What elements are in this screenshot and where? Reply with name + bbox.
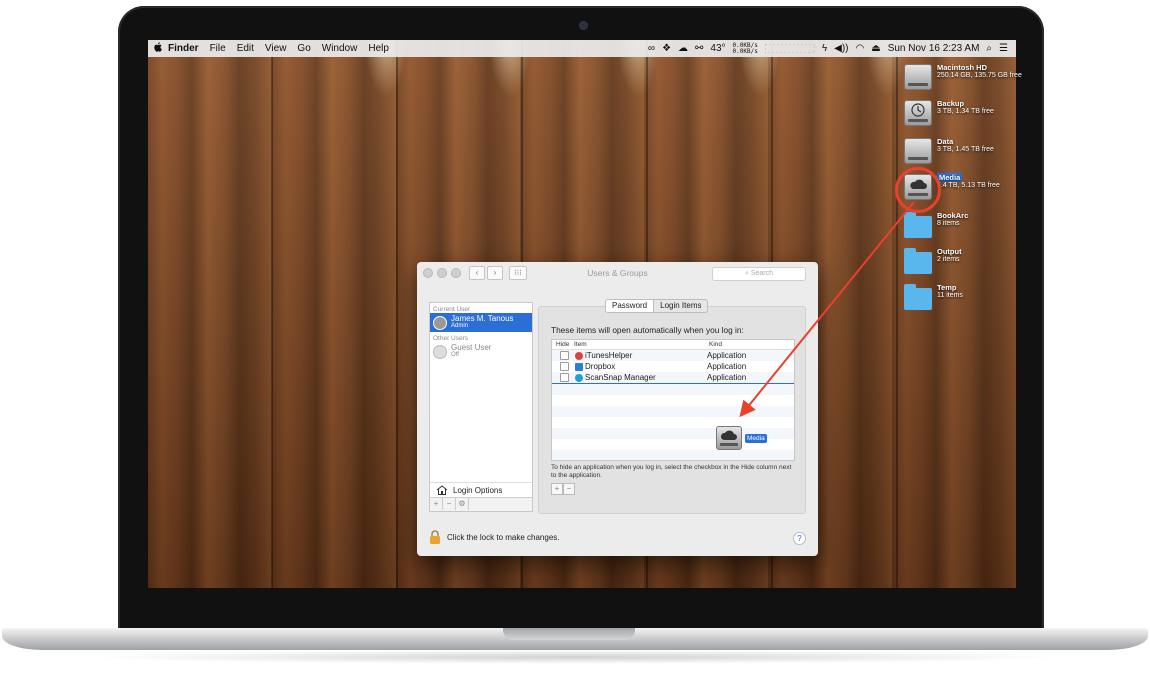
- annotation-arrow: [739, 201, 915, 418]
